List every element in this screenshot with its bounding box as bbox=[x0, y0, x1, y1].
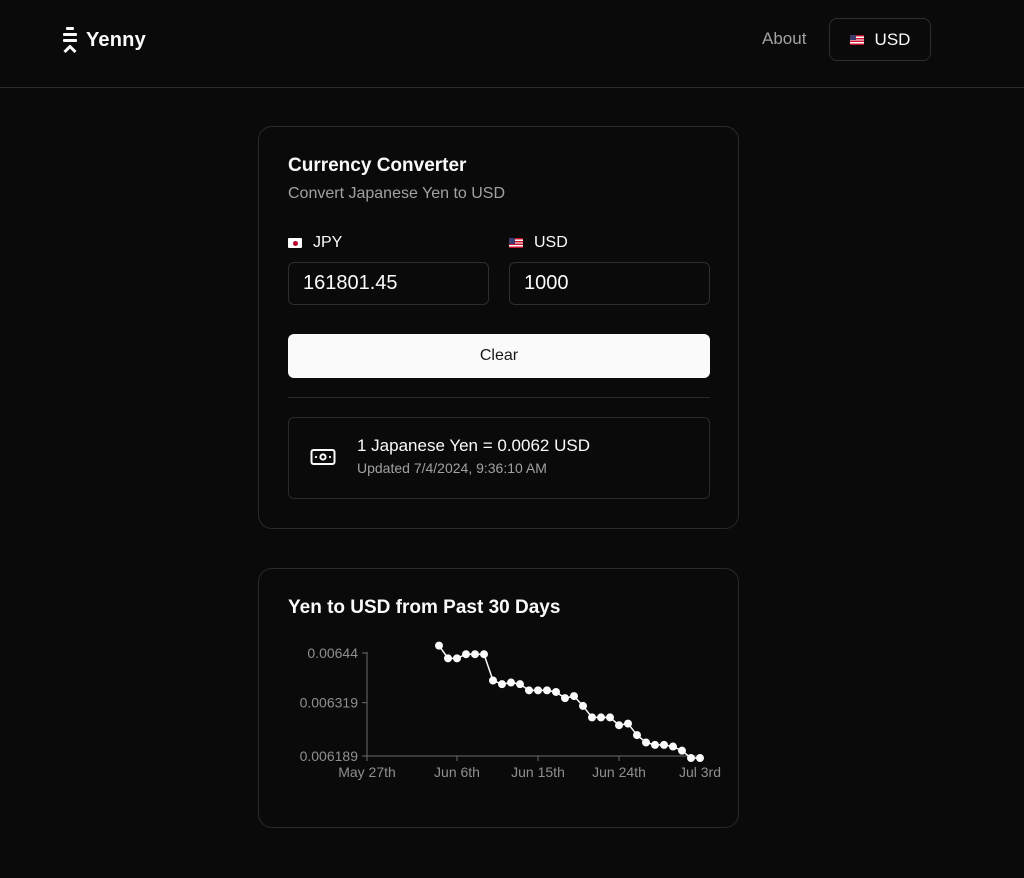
data-point bbox=[552, 687, 560, 696]
x-tick-label: May 27th bbox=[338, 764, 396, 780]
logo-text: Yenny bbox=[86, 28, 146, 51]
jpy-code: JPY bbox=[313, 234, 343, 251]
data-point bbox=[597, 713, 605, 722]
rate-history-chart-card: Yen to USD from Past 30 Days 0.00644 0.00… bbox=[258, 568, 739, 828]
data-point bbox=[462, 650, 470, 659]
jpy-input[interactable] bbox=[288, 262, 489, 305]
clear-button[interactable]: Clear bbox=[288, 334, 710, 378]
y-tick-label: 0.006189 bbox=[300, 748, 359, 764]
divider bbox=[288, 397, 710, 398]
data-point bbox=[642, 738, 650, 747]
data-point bbox=[696, 754, 704, 763]
data-point bbox=[471, 650, 479, 659]
currency-converter-card: Currency Converter Convert Japanese Yen … bbox=[258, 126, 739, 529]
yen-logo-icon bbox=[63, 27, 77, 53]
top-nav-bar: Yenny About USD bbox=[0, 0, 1024, 88]
y-tick-label: 0.00644 bbox=[307, 645, 358, 661]
line-chart: 0.00644 0.006319 0.006189May 27th Jun 6th Ju… bbox=[300, 641, 721, 780]
usd-input[interactable] bbox=[509, 262, 710, 305]
data-point bbox=[435, 641, 443, 650]
us-flag-icon bbox=[509, 238, 523, 248]
x-tick-label: Jul 3rd bbox=[679, 764, 721, 780]
data-point bbox=[633, 731, 641, 740]
jp-flag-icon bbox=[288, 238, 302, 248]
data-point bbox=[444, 654, 452, 663]
usd-code: USD bbox=[534, 234, 568, 251]
data-point bbox=[660, 740, 668, 749]
about-link[interactable]: About bbox=[762, 29, 806, 49]
data-point bbox=[624, 719, 632, 728]
x-tick-label: Jun 24th bbox=[592, 764, 646, 780]
data-point bbox=[579, 701, 587, 710]
data-point bbox=[678, 746, 686, 755]
data-point bbox=[615, 721, 623, 730]
currency-select-button[interactable]: USD bbox=[829, 18, 931, 61]
converter-title: Currency Converter bbox=[288, 155, 467, 176]
data-point bbox=[651, 740, 659, 749]
data-point bbox=[489, 676, 497, 685]
us-flag-icon bbox=[849, 34, 864, 45]
banknote-icon bbox=[310, 449, 336, 465]
data-point bbox=[606, 713, 614, 722]
y-tick-label: 0.006319 bbox=[300, 695, 359, 711]
data-point bbox=[543, 686, 551, 695]
rate-updated-timestamp: Updated 7/4/2024, 9:36:10 AM bbox=[357, 460, 547, 476]
data-point bbox=[561, 694, 569, 703]
data-point bbox=[588, 713, 596, 722]
data-point bbox=[687, 754, 695, 763]
data-point bbox=[480, 650, 488, 659]
exchange-rate-info: 1 Japanese Yen = 0.0062 USD Updated 7/4/… bbox=[288, 417, 710, 499]
data-point bbox=[453, 654, 461, 663]
currency-code: USD bbox=[874, 29, 911, 49]
logo[interactable]: Yenny bbox=[63, 26, 146, 54]
data-point bbox=[570, 692, 578, 701]
jpy-label: JPY bbox=[288, 234, 342, 252]
data-point bbox=[498, 680, 506, 689]
data-point bbox=[669, 742, 677, 751]
data-point bbox=[516, 680, 524, 689]
x-tick-label: Jun 15th bbox=[511, 764, 565, 780]
data-point bbox=[525, 686, 533, 695]
converter-subtitle: Convert Japanese Yen to USD bbox=[288, 185, 506, 202]
exchange-rate-text: 1 Japanese Yen = 0.0062 USD bbox=[357, 436, 590, 455]
usd-label: USD bbox=[509, 234, 568, 252]
x-tick-label: Jun 6th bbox=[434, 764, 480, 780]
series-line bbox=[438, 645, 700, 759]
data-point bbox=[507, 678, 515, 687]
data-point bbox=[534, 686, 542, 695]
